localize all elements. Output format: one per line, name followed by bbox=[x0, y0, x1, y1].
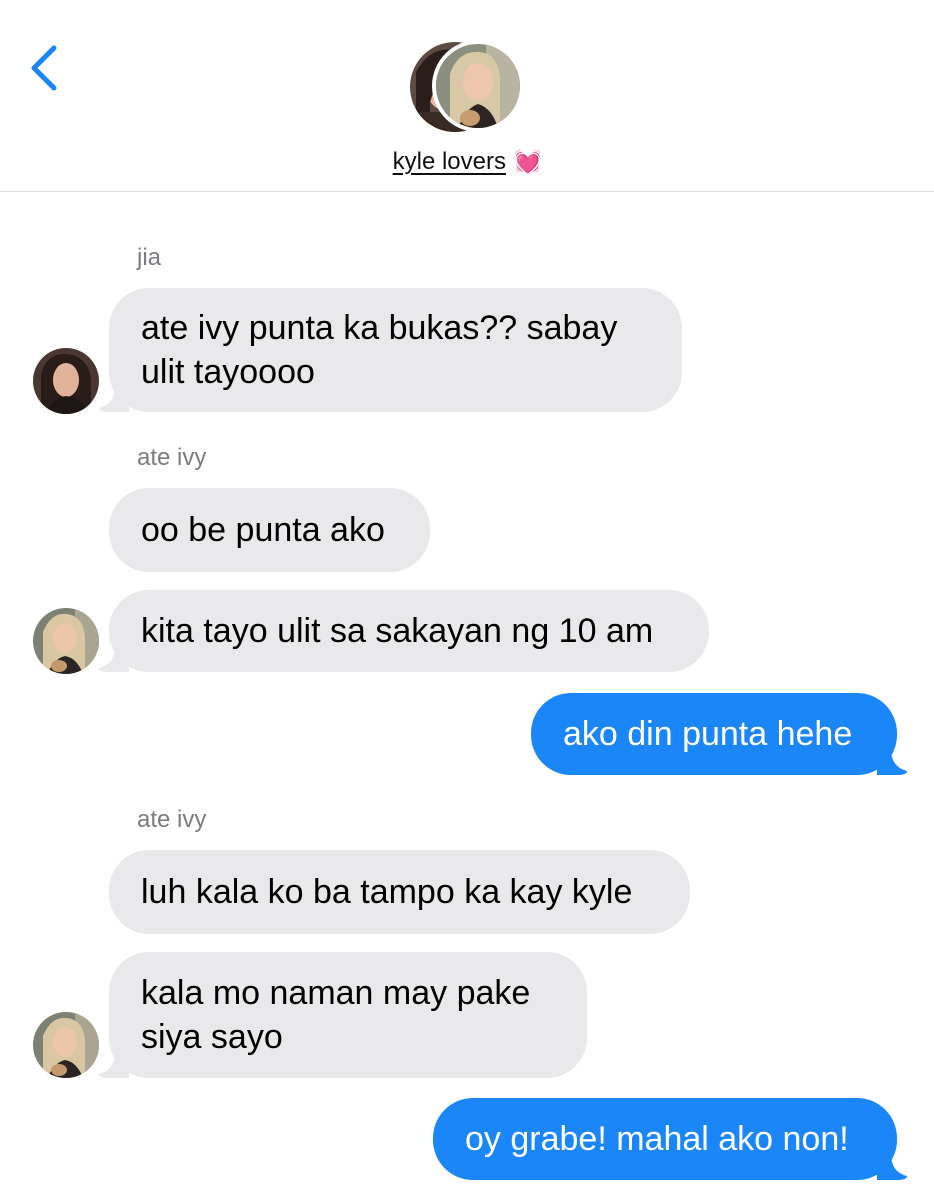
bubble-tail bbox=[99, 1052, 129, 1078]
message-text-line: ulit tayoooo bbox=[141, 353, 315, 391]
message-text: kita tayo ulit sa sakayan ng 10 am bbox=[141, 612, 654, 650]
bubble-tail bbox=[99, 386, 129, 412]
incoming-message-bubble[interactable]: luh kala ko ba tampo ka kay kyle bbox=[109, 850, 690, 934]
bubble-tail bbox=[99, 646, 129, 672]
group-avatar[interactable] bbox=[410, 40, 524, 134]
incoming-message-bubble[interactable]: ate ivy punta ka bukas?? sabay ulit tayo… bbox=[99, 288, 682, 412]
message-text-line: siya sayo bbox=[141, 1018, 283, 1056]
message-text: oy grabe! mahal ako non! bbox=[465, 1120, 849, 1158]
message-text: ako din punta hehe bbox=[563, 715, 853, 753]
incoming-message-bubble[interactable]: oo be punta ako bbox=[109, 488, 430, 572]
sender-name: ate ivy bbox=[137, 806, 207, 833]
sender-name: ate ivy bbox=[137, 444, 207, 471]
avatar-ate-ivy[interactable] bbox=[33, 608, 99, 674]
chevron-left-icon bbox=[31, 45, 57, 91]
incoming-message-bubble[interactable]: kita tayo ulit sa sakayan ng 10 am bbox=[99, 590, 709, 672]
back-button[interactable] bbox=[24, 40, 64, 96]
group-name-link[interactable]: kyle lovers 💓 bbox=[0, 148, 934, 176]
outgoing-message-bubble[interactable]: ako din punta hehe bbox=[531, 693, 907, 775]
bubble-tail bbox=[877, 749, 907, 775]
incoming-message-bubble[interactable]: kala mo naman may pake siya sayo bbox=[99, 952, 587, 1078]
bubble-tail bbox=[877, 1154, 907, 1180]
message-text: oo be punta ako bbox=[141, 511, 385, 549]
conversation-header: kyle lovers 💓 bbox=[0, 0, 934, 192]
outgoing-message-bubble[interactable]: oy grabe! mahal ako non! bbox=[433, 1098, 907, 1180]
message-text-line: ate ivy punta ka bukas?? sabay bbox=[141, 309, 618, 347]
group-name: kyle lovers bbox=[392, 148, 506, 175]
avatar-jia[interactable] bbox=[33, 348, 99, 414]
message-text-line: kala mo naman may pake bbox=[141, 974, 531, 1012]
sparkling-heart-emoji: 💓 bbox=[513, 149, 542, 174]
avatar-ate-ivy[interactable] bbox=[33, 1012, 99, 1078]
sender-name: jia bbox=[137, 244, 162, 271]
message-text: luh kala ko ba tampo ka kay kyle bbox=[141, 873, 633, 911]
member-avatar-front bbox=[432, 40, 524, 132]
